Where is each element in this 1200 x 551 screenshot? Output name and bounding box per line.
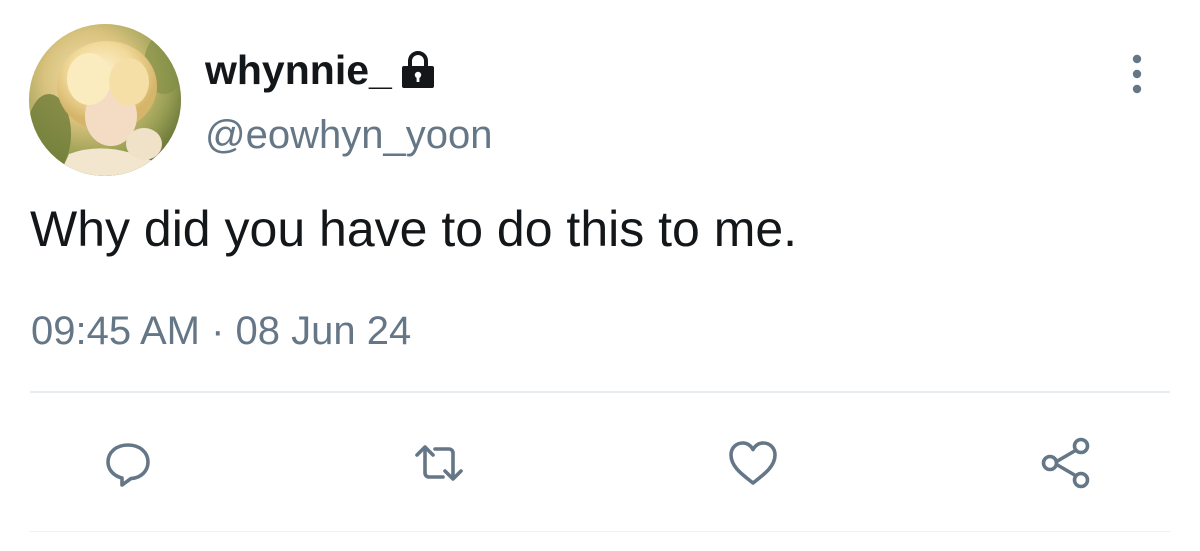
divider [30,391,1170,393]
share-button[interactable] [1036,433,1096,493]
comment-bubble-icon [106,443,150,487]
like-button[interactable] [723,433,783,493]
retweet-arrows-icon [415,445,463,481]
reply-button[interactable] [98,433,158,493]
tweet-card: whynnie_ @eowhyn_yoon Why did you have t… [0,0,1200,551]
user-handle[interactable]: @eowhyn_yoon [205,113,492,158]
display-name-row: whynnie_ [205,44,436,96]
retweet-button[interactable] [409,433,469,493]
tweet-text: Why did you have to do this to me. [30,201,798,257]
vertical-ellipsis-icon[interactable] [1124,52,1150,96]
display-name[interactable]: whynnie_ [205,47,392,94]
avatar-photo [29,24,181,176]
lock-icon [400,50,436,90]
share-nodes-icon [1041,437,1090,489]
avatar[interactable] [29,24,181,176]
bottom-divider [30,531,1170,532]
heart-icon [729,441,777,485]
tweet-timestamp[interactable]: 09:45 AM · 08 Jun 24 [31,309,411,354]
